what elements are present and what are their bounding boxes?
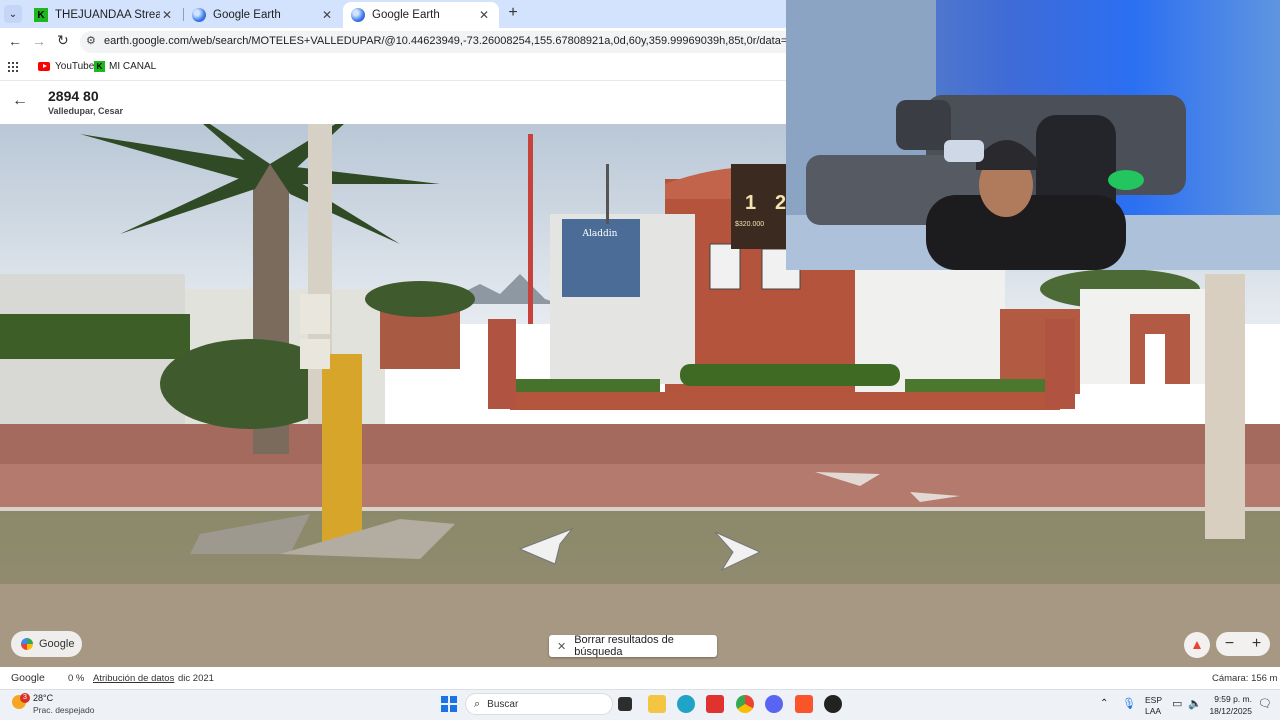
windows-taskbar: [0, 689, 1280, 720]
place-subtitle: Valledupar, Cesar: [48, 106, 124, 116]
sign-text: Aladdin: [582, 229, 618, 239]
tab-google-earth-1[interactable]: Google Earth ✕: [184, 2, 342, 28]
webcam-overlay: [786, 0, 1280, 270]
tab-thejuandaa-stream[interactable]: K THEJUANDAA Stream - Watch L ✕: [26, 2, 182, 28]
notification-icon[interactable]: 🗨: [1258, 697, 1272, 710]
edge-icon[interactable]: [677, 695, 695, 713]
new-tab-button[interactable]: +: [504, 4, 522, 24]
weather-temp: 28°C: [33, 693, 54, 703]
clear-search-results-button[interactable]: ✕ Borrar resultados de búsqueda: [549, 634, 717, 658]
task-view-icon[interactable]: [618, 697, 632, 711]
tab-title: Google Earth: [372, 9, 440, 21]
close-icon: ✕: [557, 640, 567, 653]
google-maps-pin-icon: [21, 638, 33, 650]
kick-icon: K: [34, 8, 48, 22]
tab-strip: ⌄ K THEJUANDAA Stream - Watch L ✕ Google…: [0, 0, 786, 28]
compass-button[interactable]: [1184, 632, 1210, 658]
tab-title: Google Earth: [213, 9, 281, 21]
chevron-down-icon: ⌄: [8, 8, 18, 20]
site-info-icon[interactable]: ⚙: [86, 34, 96, 47]
google-maps-chip[interactable]: Google: [11, 631, 82, 657]
loading-percent: 0 %: [68, 673, 85, 684]
google-chip-label: Google: [39, 638, 75, 650]
discord-icon[interactable]: [765, 695, 783, 713]
file-explorer-icon[interactable]: [648, 695, 666, 713]
weather-badge: 3: [20, 693, 30, 703]
reload-icon[interactable]: ↻: [57, 32, 69, 49]
compass-icon: [1193, 641, 1201, 649]
zoom-out-button[interactable]: −: [1225, 635, 1234, 653]
tab-search-button[interactable]: ⌄: [4, 5, 22, 23]
bookmark-mi-canal[interactable]: K MI CANAL: [94, 61, 156, 72]
bookmark-label: MI CANAL: [109, 61, 157, 72]
tab-google-earth-2[interactable]: Google Earth ✕: [343, 2, 499, 28]
network-icon[interactable]: ▭: [1172, 697, 1182, 710]
billboard-2: 2: [775, 192, 786, 214]
back-icon[interactable]: ←: [8, 33, 22, 49]
clear-results-label: Borrar resultados de búsqueda: [574, 634, 674, 658]
search-icon: ⌕: [474, 697, 481, 710]
google-brand: Google: [11, 672, 45, 684]
url-text[interactable]: earth.google.com/web/search/MOTELES+VALL…: [104, 35, 786, 47]
camera-altitude: Cámara: 156 m: [1212, 673, 1278, 684]
clock-date[interactable]: 18/12/2025: [1206, 706, 1252, 716]
data-attribution-link[interactable]: Atribución de datos: [93, 673, 174, 684]
tab-title: THEJUANDAA Stream - Watch L: [55, 9, 160, 21]
chrome-icon[interactable]: [736, 695, 754, 713]
chevron-up-icon[interactable]: ⌃: [1100, 698, 1108, 709]
app-red-icon[interactable]: [706, 695, 724, 713]
webcam-scene: [786, 0, 1280, 270]
search-placeholder: Buscar: [487, 698, 519, 710]
imagery-date: dic 2021: [178, 673, 214, 684]
keyboard-lang-1[interactable]: ESP: [1145, 695, 1162, 705]
apps-grid-icon[interactable]: [8, 62, 18, 72]
zoom-control: − +: [1216, 632, 1270, 656]
back-arrow-icon[interactable]: ←: [12, 92, 28, 110]
earth-place-header: [0, 80, 786, 124]
close-icon[interactable]: ✕: [160, 8, 174, 22]
billboard-price: $320.000: [735, 221, 764, 228]
close-icon[interactable]: ✕: [477, 8, 491, 22]
youtube-icon: [38, 62, 50, 71]
obs-icon[interactable]: [824, 695, 842, 713]
kick-icon: K: [94, 61, 105, 72]
keyboard-lang-2[interactable]: LAA: [1145, 706, 1161, 716]
billboard-1: 1: [745, 192, 756, 214]
google-earth-icon: [351, 8, 365, 22]
place-title: 2894 80: [48, 88, 99, 104]
bookmark-youtube[interactable]: YouTube: [38, 61, 94, 72]
google-earth-icon: [192, 8, 206, 22]
close-icon[interactable]: ✕: [320, 8, 334, 22]
clock-time[interactable]: 9:59 p. m.: [1206, 694, 1252, 704]
taskbar-search[interactable]: ⌕ Buscar: [465, 693, 613, 715]
zoom-in-button[interactable]: +: [1252, 635, 1261, 653]
volume-icon[interactable]: 🔈: [1188, 697, 1202, 710]
bookmark-label: YouTube: [55, 61, 95, 72]
weather-desc: Prac. despejado: [33, 705, 95, 715]
microphone-icon[interactable]: 🎙: [1122, 697, 1136, 710]
forward-icon[interactable]: →: [32, 33, 46, 49]
brave-icon[interactable]: [795, 695, 813, 713]
weather-widget[interactable]: 3 28°C Prac. despejado: [10, 692, 110, 718]
windows-start-icon[interactable]: [441, 696, 457, 712]
